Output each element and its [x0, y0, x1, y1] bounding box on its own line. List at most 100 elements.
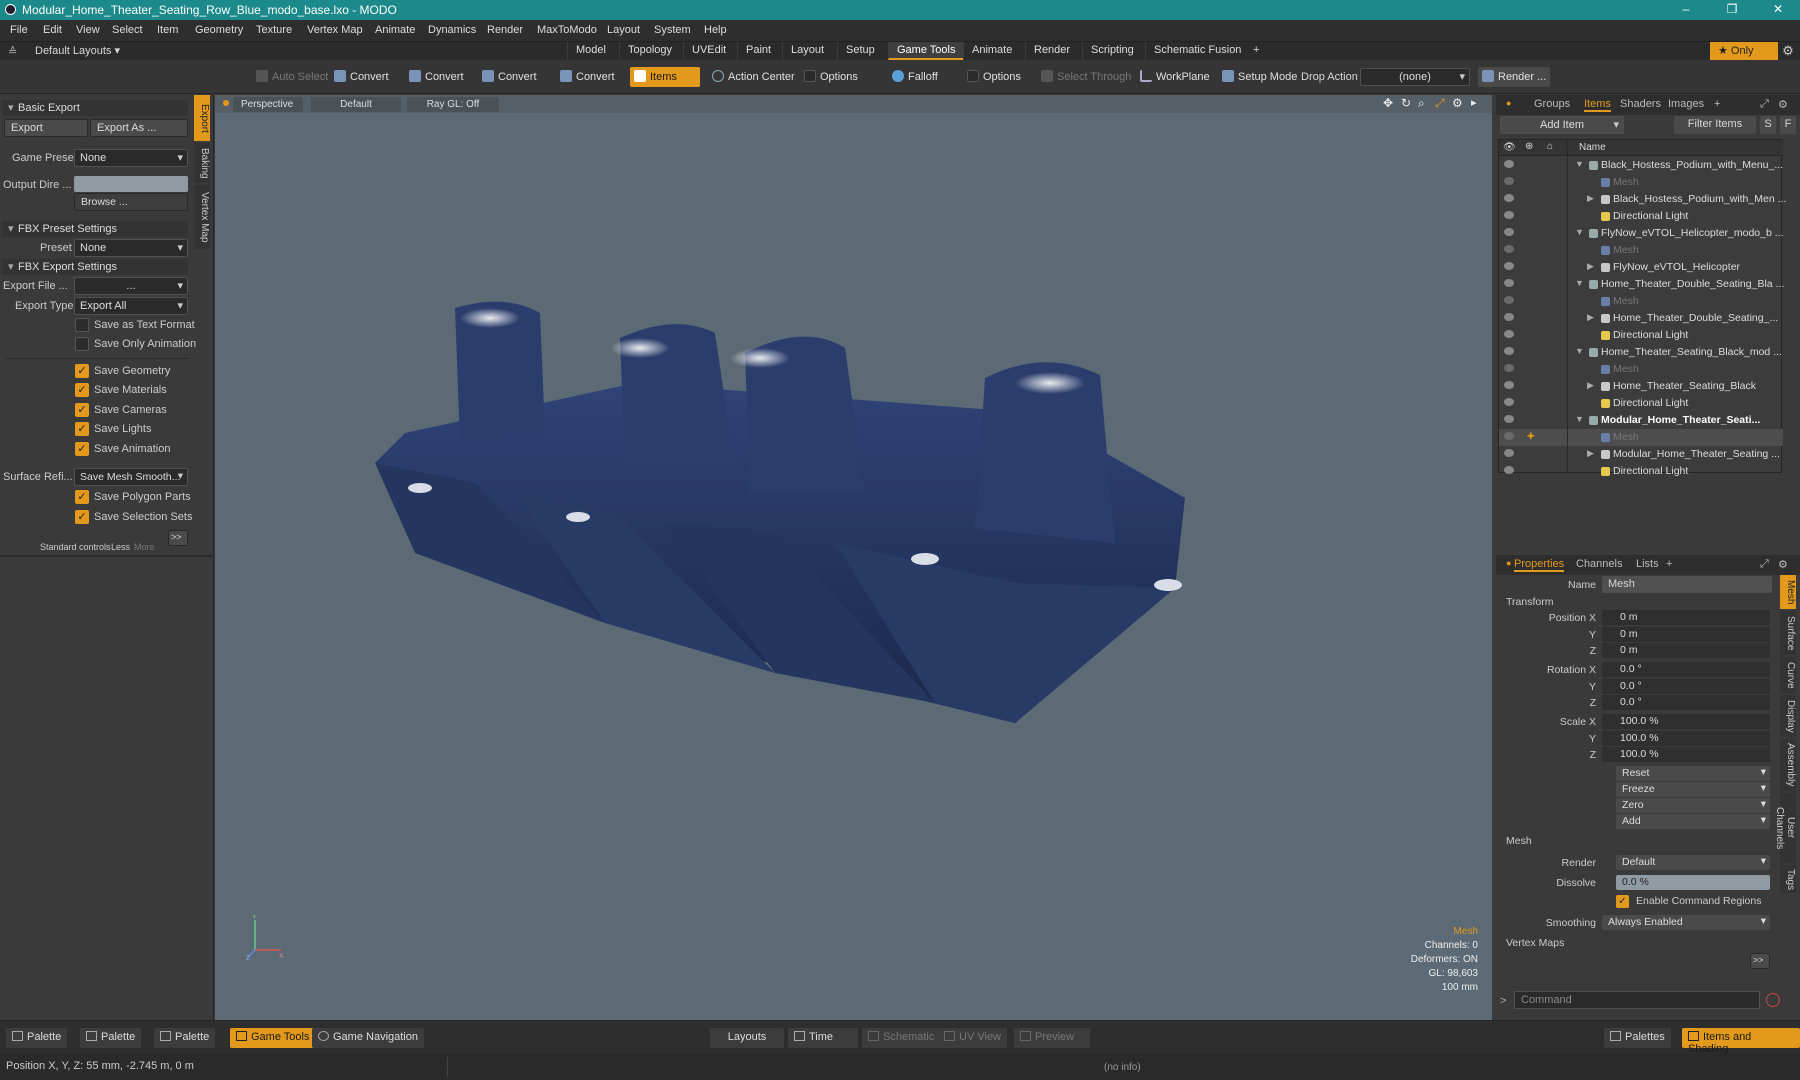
- expand-right-icon[interactable]: ▸: [1471, 96, 1477, 109]
- setup-mode-button[interactable]: Setup Mode: [1218, 67, 1301, 87]
- tab-shaders[interactable]: Shaders: [1620, 98, 1661, 110]
- palette-button-2[interactable]: Palette: [80, 1028, 142, 1048]
- gear-icon[interactable]: ⚙: [1778, 558, 1788, 571]
- tab-layout[interactable]: Layout: [782, 42, 832, 60]
- view-type-button[interactable]: Perspective: [233, 97, 303, 112]
- menu-dynamics[interactable]: Dynamics: [428, 24, 476, 36]
- item-row[interactable]: Directional Light: [1499, 463, 1783, 480]
- game-navigation-button[interactable]: Game Navigation: [312, 1028, 424, 1048]
- tab-render[interactable]: Render: [1025, 42, 1078, 60]
- browse-button[interactable]: Browse ...: [74, 193, 188, 211]
- scale-y-field[interactable]: 100.0 %: [1602, 731, 1770, 746]
- vertex-maps-header[interactable]: Vertex Maps: [1506, 937, 1564, 949]
- visibility-eye-icon[interactable]: [1504, 313, 1514, 321]
- item-row[interactable]: ▼ Home_Theater_Seating_Black_mod ...: [1499, 344, 1783, 361]
- visibility-eye-icon[interactable]: [1504, 364, 1514, 372]
- tab-surface[interactable]: Surface: [1780, 611, 1796, 655]
- expand-arrow-icon[interactable]: ▶: [1587, 448, 1594, 459]
- basic-export-header[interactable]: Basic Export: [2, 100, 188, 116]
- add-tab-button[interactable]: +: [1245, 42, 1267, 60]
- tab-display[interactable]: Display: [1780, 695, 1796, 737]
- rotate-icon[interactable]: ↻: [1401, 96, 1411, 110]
- item-row[interactable]: Mesh: [1499, 174, 1783, 191]
- tab-topology[interactable]: Topology: [619, 42, 680, 60]
- menu-file[interactable]: File: [10, 24, 28, 36]
- layouts-button[interactable]: Layouts: [710, 1028, 784, 1048]
- visibility-eye-icon[interactable]: [1504, 160, 1514, 168]
- visibility-eye-icon[interactable]: [1504, 347, 1514, 355]
- options-button-1[interactable]: Options: [800, 67, 862, 87]
- expand-button[interactable]: >>: [168, 530, 188, 546]
- item-row[interactable]: ▼ Home_Theater_Double_Seating_Bla ...: [1499, 276, 1784, 293]
- pan-icon[interactable]: ✥: [1383, 96, 1393, 110]
- item-row[interactable]: ▶ Modular_Home_Theater_Seating ...: [1499, 446, 1783, 463]
- item-row[interactable]: ▶ Home_Theater_Seating_Black: [1499, 378, 1783, 395]
- menu-item[interactable]: Item: [157, 24, 178, 36]
- visibility-eye-icon[interactable]: [1504, 381, 1514, 389]
- zero-dropdown[interactable]: Zero: [1616, 798, 1770, 813]
- properties-expand-button[interactable]: >>: [1750, 953, 1770, 969]
- 3d-viewport[interactable]: Perspective Default Ray GL: Off ✥ ↻ ⌕ ⤢ …: [215, 95, 1492, 1020]
- visibility-eye-icon[interactable]: [1504, 330, 1514, 338]
- visibility-eye-icon[interactable]: [1504, 245, 1514, 253]
- add-panel-tab[interactable]: +: [1666, 558, 1672, 570]
- action-center-button[interactable]: Action Center: [708, 67, 799, 87]
- visibility-eye-icon[interactable]: [1504, 194, 1514, 202]
- visibility-eye-icon[interactable]: [1504, 432, 1514, 440]
- tab-groups[interactable]: Groups: [1534, 98, 1570, 110]
- visibility-eye-icon[interactable]: [1504, 466, 1514, 474]
- save-geometry-checkbox[interactable]: ✓: [75, 364, 89, 378]
- save-materials-checkbox[interactable]: ✓: [75, 383, 89, 397]
- tab-paint[interactable]: Paint: [737, 42, 779, 60]
- reset-dropdown[interactable]: Reset: [1616, 766, 1770, 781]
- position-x-field[interactable]: 0 m: [1602, 610, 1770, 625]
- menu-edit[interactable]: Edit: [43, 24, 62, 36]
- auto-select-button[interactable]: Auto Select: [252, 67, 332, 87]
- zoom-icon[interactable]: ⌕: [1418, 96, 1425, 111]
- tab-game-tools[interactable]: Game Tools: [888, 42, 964, 60]
- menu-render[interactable]: Render: [487, 24, 523, 36]
- expand-icon[interactable]: ⤢: [1760, 558, 1769, 571]
- tab-user-channels[interactable]: User Channels: [1774, 793, 1796, 863]
- item-row[interactable]: ▶ Home_Theater_Double_Seating_...: [1499, 310, 1783, 327]
- uv-view-button[interactable]: UV View: [938, 1028, 1007, 1048]
- more-link[interactable]: More: [134, 542, 155, 552]
- viewport-options-icon[interactable]: [223, 100, 229, 106]
- item-row[interactable]: ▼ Black_Hostess_Podium_with_Menu_...: [1499, 157, 1783, 174]
- convert-button-3[interactable]: Convert: [478, 67, 541, 87]
- game-tools-button[interactable]: Game Tools: [230, 1028, 316, 1048]
- tab-model[interactable]: Model: [567, 42, 614, 60]
- raygl-button[interactable]: Ray GL: Off: [407, 97, 499, 112]
- workplane-button[interactable]: WorkPlane: [1136, 67, 1214, 87]
- export-button[interactable]: Export: [4, 119, 88, 137]
- only-toggle[interactable]: ★ Only: [1710, 42, 1778, 60]
- output-dir-field[interactable]: [74, 176, 188, 192]
- transform-header[interactable]: Transform: [1506, 596, 1553, 608]
- export-as-button[interactable]: Export As ...: [90, 119, 188, 137]
- layout-menu-icon[interactable]: ≙: [8, 45, 17, 58]
- tab-properties[interactable]: Properties: [1514, 558, 1565, 572]
- menu-select[interactable]: Select: [112, 24, 143, 36]
- tab-assembly[interactable]: Assembly: [1780, 739, 1796, 791]
- filter-s-button[interactable]: S: [1760, 116, 1776, 134]
- game-preset-dropdown[interactable]: None: [74, 149, 188, 167]
- enable-command-regions-checkbox[interactable]: ✓: [1616, 895, 1629, 908]
- tab-tags[interactable]: Tags: [1780, 865, 1796, 893]
- menu-animate[interactable]: Animate: [375, 24, 415, 36]
- render-dropdown[interactable]: Default: [1616, 855, 1770, 870]
- tab-lists[interactable]: Lists: [1636, 558, 1659, 570]
- filter-items-field[interactable]: Filter Items: [1674, 116, 1756, 134]
- visibility-eye-icon[interactable]: [1504, 296, 1514, 304]
- visibility-eye-icon[interactable]: [1504, 449, 1514, 457]
- visibility-eye-icon[interactable]: [1504, 262, 1514, 270]
- tab-curve[interactable]: Curve: [1780, 657, 1796, 693]
- menu-geometry[interactable]: Geometry: [195, 24, 243, 36]
- expand-arrow-icon[interactable]: ▶: [1587, 380, 1594, 391]
- filter-f-button[interactable]: F: [1780, 116, 1796, 134]
- expand-arrow-icon[interactable]: ▼: [1575, 278, 1584, 288]
- item-row[interactable]: ▼ Modular_Home_Theater_Seati...: [1499, 412, 1783, 429]
- add-panel-tab[interactable]: +: [1714, 98, 1720, 110]
- convert-button-1[interactable]: Convert: [330, 67, 393, 87]
- time-button[interactable]: Time: [788, 1028, 858, 1048]
- visibility-eye-icon[interactable]: [1504, 177, 1514, 185]
